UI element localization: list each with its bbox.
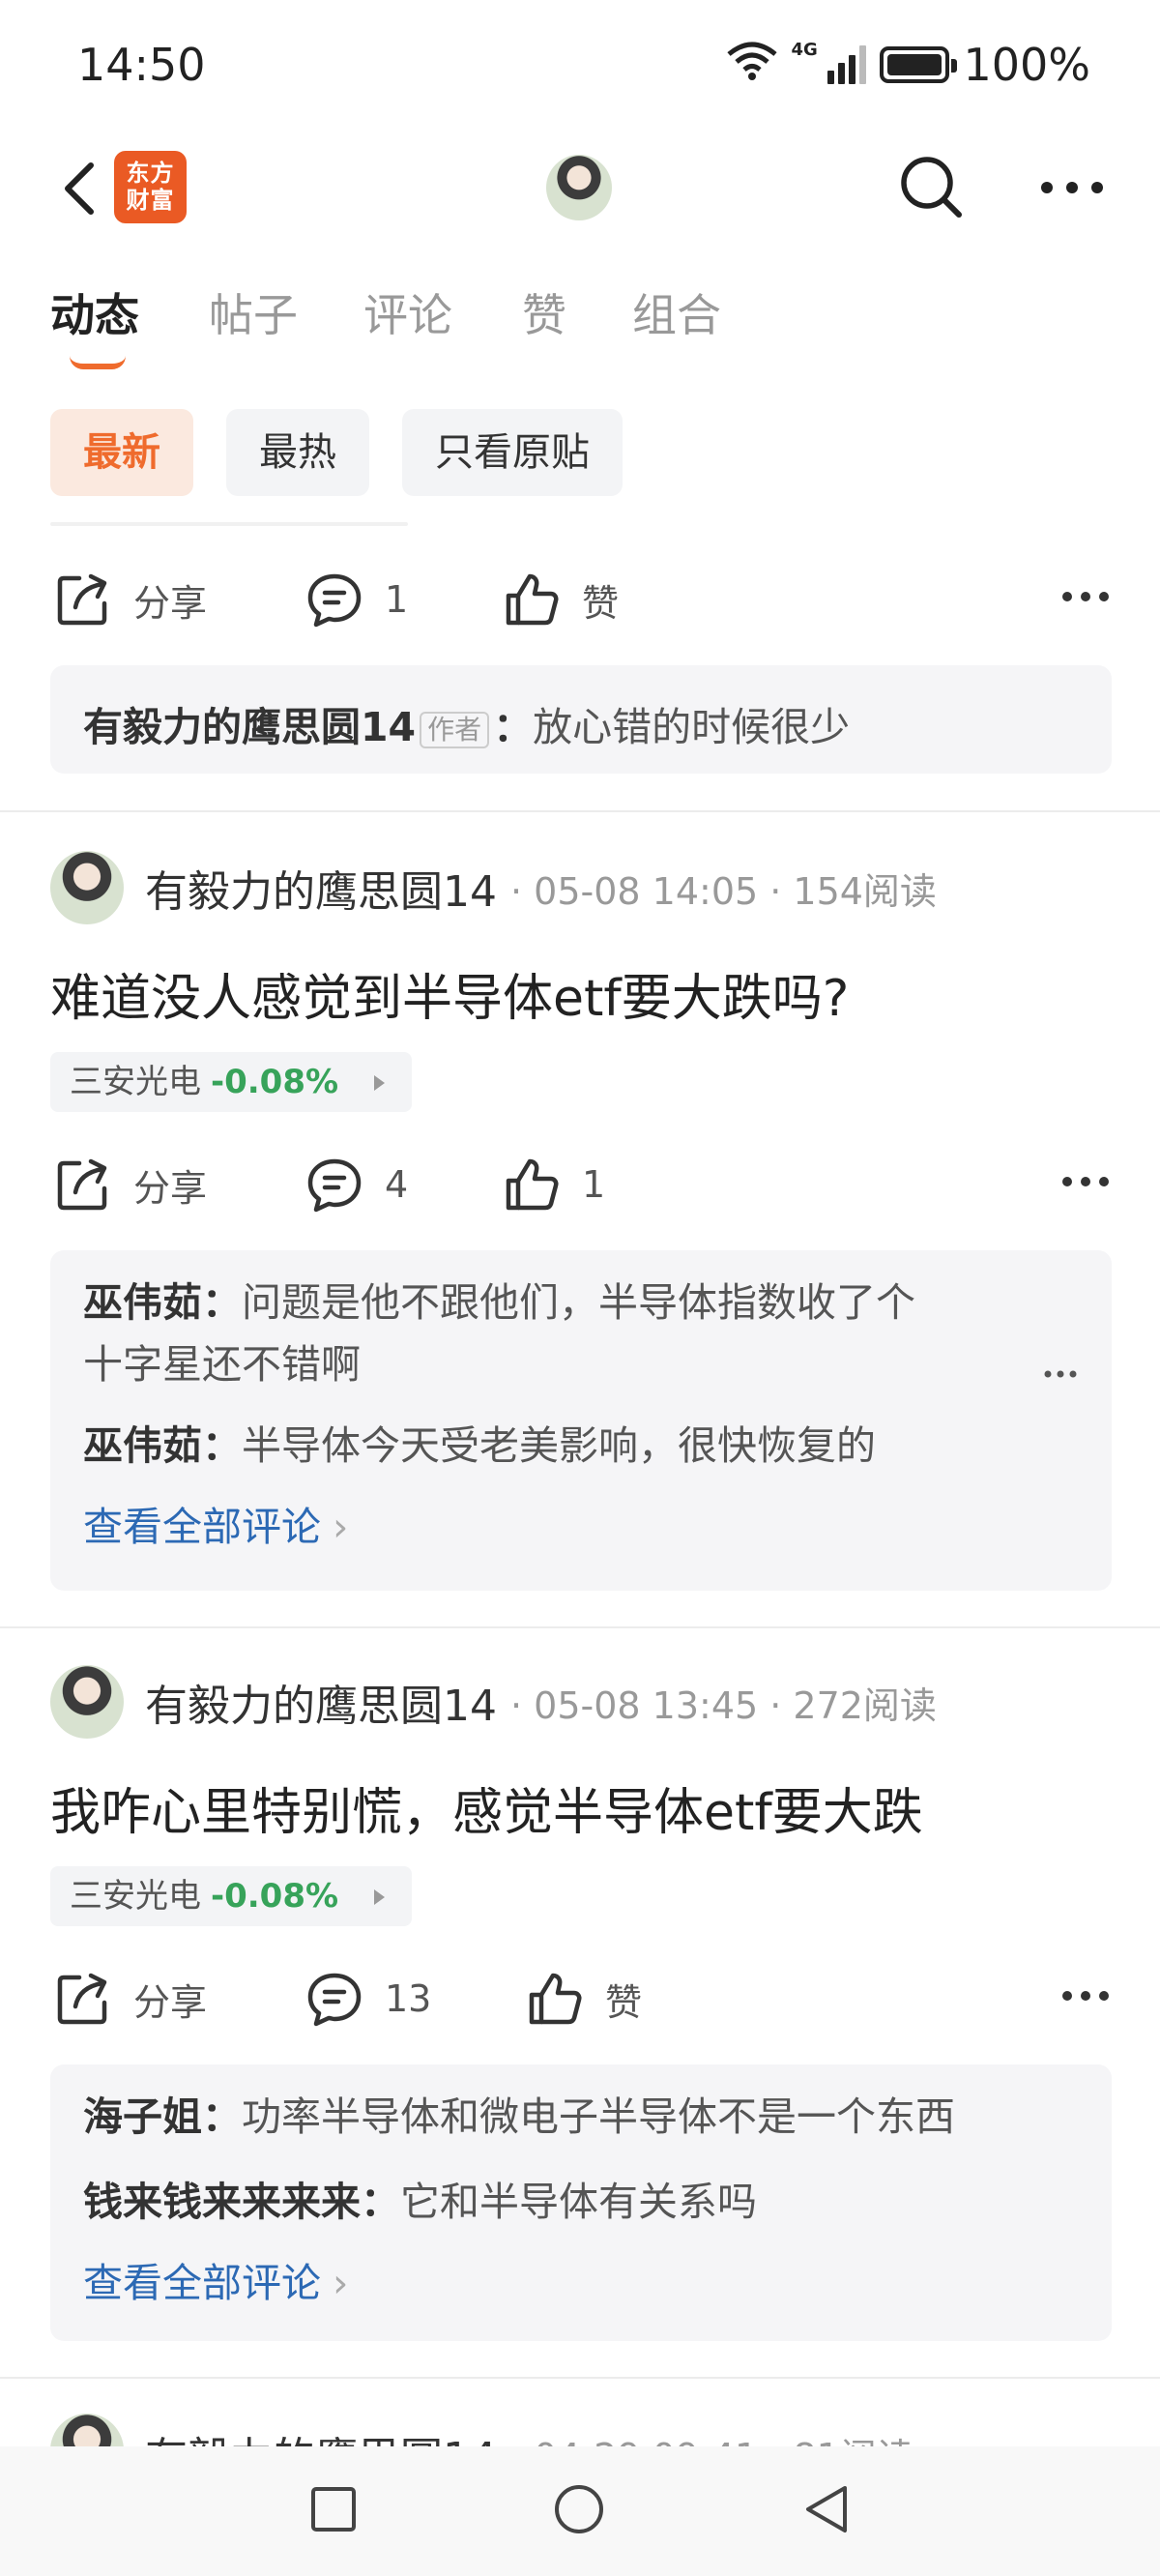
like-button[interactable]: 赞: [526, 1955, 642, 2042]
post-header: 有毅力的鹰思圆14 · 05-08 13:45 · 272阅读: [50, 1663, 937, 1741]
post-actions: 分享 1 赞: [0, 556, 1160, 643]
post-title[interactable]: 难道没人感觉到半导体etf要大跌吗?: [50, 957, 849, 1030]
scroll-fragment: [50, 522, 408, 526]
caret-right-icon: [374, 1889, 385, 1905]
thumbs-up-icon: [506, 573, 559, 626]
filter-latest[interactable]: 最新: [50, 409, 193, 496]
like-button[interactable]: 赞: [503, 556, 619, 643]
comment-icon: [307, 1973, 362, 2027]
comment-button[interactable]: 4: [305, 1141, 408, 1228]
share-button[interactable]: 分享: [54, 1955, 207, 2042]
comment-item: 巫伟茹：问题是他不跟他们，半导体指数收了个: [83, 1279, 915, 1326]
back-nav-icon[interactable]: [802, 2483, 851, 2535]
thumbs-up-icon: [506, 1158, 559, 1211]
tab-dynamic[interactable]: 动态: [50, 280, 139, 344]
caret-right-icon: [374, 1075, 385, 1091]
tab-posts[interactable]: 帖子: [209, 280, 298, 344]
avatar[interactable]: [50, 2414, 124, 2446]
comment-item-continued: 十字星还不错啊: [83, 1341, 361, 1388]
share-icon: [57, 1973, 107, 2025]
more-options-icon[interactable]: [1061, 1176, 1110, 1187]
post-actions: 分享 13 赞: [0, 1955, 1160, 2042]
comment-item: 钱来钱来来来来：它和半导体有关系吗: [83, 2179, 757, 2225]
post-header: 有毅力的鹰思圆14 · 05-08 14:05 · 154阅读: [50, 849, 937, 926]
share-icon: [57, 1158, 107, 1211]
more-icon[interactable]: [1040, 180, 1104, 193]
wifi-icon: [725, 39, 779, 91]
battery-percent: 100%: [963, 39, 1090, 91]
post-meta: · 05-08 13:45 · 272阅读: [510, 1683, 937, 1727]
author-tag: 作者: [420, 712, 490, 748]
cellular-signal-icon: 4G: [791, 40, 867, 84]
comment-preview[interactable]: 有毅力的鹰思圆14 作者 ：放心错的时候很少: [50, 665, 1112, 774]
more-options-icon[interactable]: [1061, 591, 1110, 602]
more-options-icon[interactable]: [1061, 1990, 1110, 2002]
post-actions: 分享 4 1: [0, 1141, 1160, 1228]
more-options-icon: [1044, 1370, 1077, 1378]
post-title[interactable]: 我咋心里特别慌，感觉半导体etf要大跌: [50, 1771, 923, 1844]
view-all-comments-link[interactable]: 查看全部评论 ›: [83, 2252, 1079, 2314]
like-button[interactable]: 1: [503, 1141, 605, 1228]
share-button[interactable]: 分享: [54, 556, 207, 643]
stock-tag[interactable]: 三安光电 -0.08%: [50, 1052, 412, 1112]
system-nav-bar: [0, 2446, 1160, 2576]
tab-likes[interactable]: 赞: [522, 280, 566, 344]
avatar[interactable]: [50, 851, 124, 924]
stock-tag[interactable]: 三安光电 -0.08%: [50, 1866, 412, 1926]
thumbs-up-icon: [529, 1973, 582, 2025]
back-button[interactable]: [54, 160, 112, 218]
comment-preview[interactable]: 海子姐：功率半导体和微电子半导体不是一个东西 钱来钱来来来来：它和半导体有关系吗…: [50, 2064, 1112, 2341]
home-icon[interactable]: [553, 2483, 605, 2535]
comment-item: 巫伟茹：半导体今天受老美影响，很快恢复的: [83, 1422, 876, 1469]
avatar[interactable]: [50, 1665, 124, 1739]
search-icon[interactable]: [897, 153, 965, 220]
comment-button[interactable]: 13: [305, 1955, 431, 2042]
divider: [0, 810, 1160, 812]
comment-icon: [307, 1158, 362, 1213]
post-header: 有毅力的鹰思圆14 · 04-29 09:41 · 81阅读: [50, 2414, 914, 2446]
view-all-comments-link[interactable]: 查看全部评论 ›: [83, 1496, 1079, 1558]
tab-portfolio[interactable]: 组合: [632, 280, 721, 344]
filter-original-only[interactable]: 只看原贴: [402, 409, 623, 496]
comment-preview[interactable]: 巫伟茹：问题是他不跟他们，半导体指数收了个 十字星还不错啊 巫伟茹：半导体今天受…: [50, 1250, 1112, 1591]
divider: [0, 1626, 1160, 1628]
app-logo: 东方 财富: [114, 151, 187, 223]
post-author[interactable]: 有毅力的鹰思圆14: [145, 1671, 497, 1733]
comment-button[interactable]: 1: [305, 556, 408, 643]
comment-item: 海子姐：功率半导体和微电子半导体不是一个东西: [83, 2093, 955, 2140]
status-bar: 14:50 4G 100%: [0, 0, 1160, 140]
filter-hot[interactable]: 最热: [226, 409, 369, 496]
share-button[interactable]: 分享: [54, 1141, 207, 1228]
divider: [0, 2377, 1160, 2379]
battery-icon: [880, 46, 958, 83]
post-author[interactable]: 有毅力的鹰思圆14: [145, 857, 497, 919]
post-meta: · 05-08 14:05 · 154阅读: [510, 869, 937, 913]
profile-tabs: 动态 帖子 评论 赞 组合: [0, 280, 1160, 367]
status-icons: 4G 100%: [725, 39, 1090, 91]
comment-icon: [307, 573, 362, 628]
active-tab-indicator: [70, 356, 126, 369]
user-avatar[interactable]: [546, 155, 612, 220]
share-icon: [57, 573, 107, 626]
post-author[interactable]: 有毅力的鹰思圆14: [145, 2423, 497, 2446]
recent-apps-icon[interactable]: [309, 2485, 358, 2533]
tab-comments[interactable]: 评论: [363, 280, 452, 344]
status-time: 14:50: [77, 39, 206, 91]
post-meta: · 04-29 09:41 · 81阅读: [510, 2427, 914, 2446]
